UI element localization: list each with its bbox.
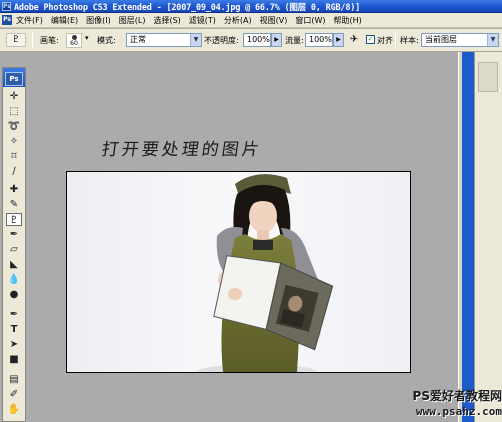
brush-picker[interactable]: 60: [66, 33, 82, 48]
menu-filter[interactable]: 滤镜(T): [189, 15, 220, 26]
crop-icon[interactable]: ⌑: [6, 150, 22, 163]
menu-help[interactable]: 帮助(H): [334, 15, 366, 26]
opacity-value: 100%: [247, 35, 270, 44]
document-icon[interactable]: Ps: [2, 15, 12, 25]
paint-bucket-icon[interactable]: ◣: [6, 258, 22, 271]
mode-select[interactable]: 正常 ▼: [126, 33, 202, 47]
flow-slider-button[interactable]: ▶: [333, 33, 344, 47]
notes-icon[interactable]: ▤: [6, 373, 22, 386]
mode-label: 模式:: [97, 36, 116, 45]
menu-layer[interactable]: 图层(L): [119, 15, 150, 26]
toolbox-header[interactable]: Ps: [3, 68, 25, 87]
hand-icon[interactable]: ✋: [6, 403, 22, 416]
menu-file[interactable]: 文件(F): [16, 15, 47, 26]
menu-image[interactable]: 图像(I): [86, 15, 115, 26]
marquee-icon[interactable]: ⬚: [6, 105, 22, 118]
chevron-down-icon: ▼: [190, 34, 201, 46]
photo-girl-with-book: [67, 172, 410, 372]
title-bar: Ps Adobe Photoshop CS3 Extended - [2007_…: [0, 0, 502, 13]
flow-input[interactable]: 100%: [305, 33, 333, 47]
blur-icon[interactable]: 💧: [6, 273, 22, 286]
menu-view[interactable]: 视图(V): [260, 15, 292, 26]
ps-logo: Ps: [5, 72, 23, 86]
window-title: Adobe Photoshop CS3 Extended - [2007_09_…: [14, 3, 361, 13]
clone-stamp-icon[interactable]: ♇: [6, 213, 22, 226]
menu-bar: Ps 文件(F) 编辑(E) 图像(I) 图层(L) 选择(S) 滤镜(T) 分…: [0, 13, 502, 28]
type-icon[interactable]: T: [6, 323, 22, 336]
path-select-icon[interactable]: ➤: [6, 338, 22, 351]
menu-select[interactable]: 选择(S): [153, 15, 184, 26]
flow-label: 流量:: [285, 36, 304, 45]
separator: [32, 32, 33, 48]
lasso-icon[interactable]: ➰: [6, 120, 22, 133]
vertical-scrollbar[interactable]: [462, 52, 474, 422]
document-caption: 打开要处理的图片: [100, 140, 264, 160]
tool-preset-picker[interactable]: ♇: [6, 33, 26, 47]
sample-label: 样本:: [400, 36, 419, 45]
brush-label: 画笔:: [40, 36, 59, 45]
magic-wand-icon[interactable]: ✧: [6, 135, 22, 148]
watermark: PS爱好者教程网 www.psahz.com: [384, 387, 502, 418]
separator: [395, 32, 396, 48]
aligned-label: 对齐: [377, 36, 393, 45]
brush-size: 60: [70, 40, 78, 47]
sample-select[interactable]: 当前图层 ▼: [421, 33, 499, 47]
dodge-icon[interactable]: ●: [6, 288, 22, 301]
photoshop-window: Ps Adobe Photoshop CS3 Extended - [2007_…: [0, 0, 502, 422]
menu-analysis[interactable]: 分析(A): [224, 15, 256, 26]
slice-icon[interactable]: ∕: [6, 165, 22, 178]
clone-stamp-preset-icon: ♇: [11, 35, 21, 45]
options-bar: ♇ 画笔: 60 ▾ 模式: 正常 ▼ 不透明度: 100% ▶ 流量: 100…: [0, 29, 502, 52]
opacity-slider-button[interactable]: ▶: [271, 33, 282, 47]
aligned-checkbox[interactable]: ✓: [366, 35, 375, 44]
palette-well: [474, 52, 502, 422]
pen-icon[interactable]: ✒: [6, 308, 22, 321]
history-brush-icon[interactable]: ✒: [6, 228, 22, 241]
chevron-down-icon: ▼: [487, 34, 498, 46]
opacity-input[interactable]: 100%: [243, 33, 271, 47]
move-icon[interactable]: ✛: [6, 90, 22, 103]
sample-value: 当前图层: [425, 35, 457, 44]
watermark-url: www.psahz.com: [415, 405, 502, 418]
menu-window[interactable]: 窗口(W): [295, 15, 329, 26]
rectangle-shape-icon[interactable]: ■: [6, 353, 22, 366]
eyedropper-icon[interactable]: ✐: [6, 388, 22, 401]
menu-edit[interactable]: 编辑(E): [51, 15, 82, 26]
app-icon[interactable]: Ps: [2, 2, 11, 11]
opacity-label: 不透明度:: [204, 36, 239, 45]
airbrush-icon[interactable]: ✈: [346, 33, 362, 47]
eraser-icon[interactable]: ▱: [6, 243, 22, 256]
collapsed-panel-tab[interactable]: [478, 62, 498, 92]
watermark-site-name: PS爱好者教程网: [412, 389, 502, 403]
mode-value: 正常: [130, 35, 146, 44]
brush-dropdown-icon[interactable]: ▾: [85, 34, 89, 42]
brush-icon[interactable]: ✎: [6, 198, 22, 211]
document-canvas[interactable]: [66, 171, 411, 373]
toolbox: Ps ✛ ⬚ ➰ ✧ ⌑ ∕ ✚ ✎ ♇ ✒ ▱ ◣ 💧 ● ✒ T ➤ ■ ▤…: [2, 67, 26, 422]
flow-value: 100%: [309, 35, 332, 44]
healing-brush-icon[interactable]: ✚: [6, 183, 22, 196]
